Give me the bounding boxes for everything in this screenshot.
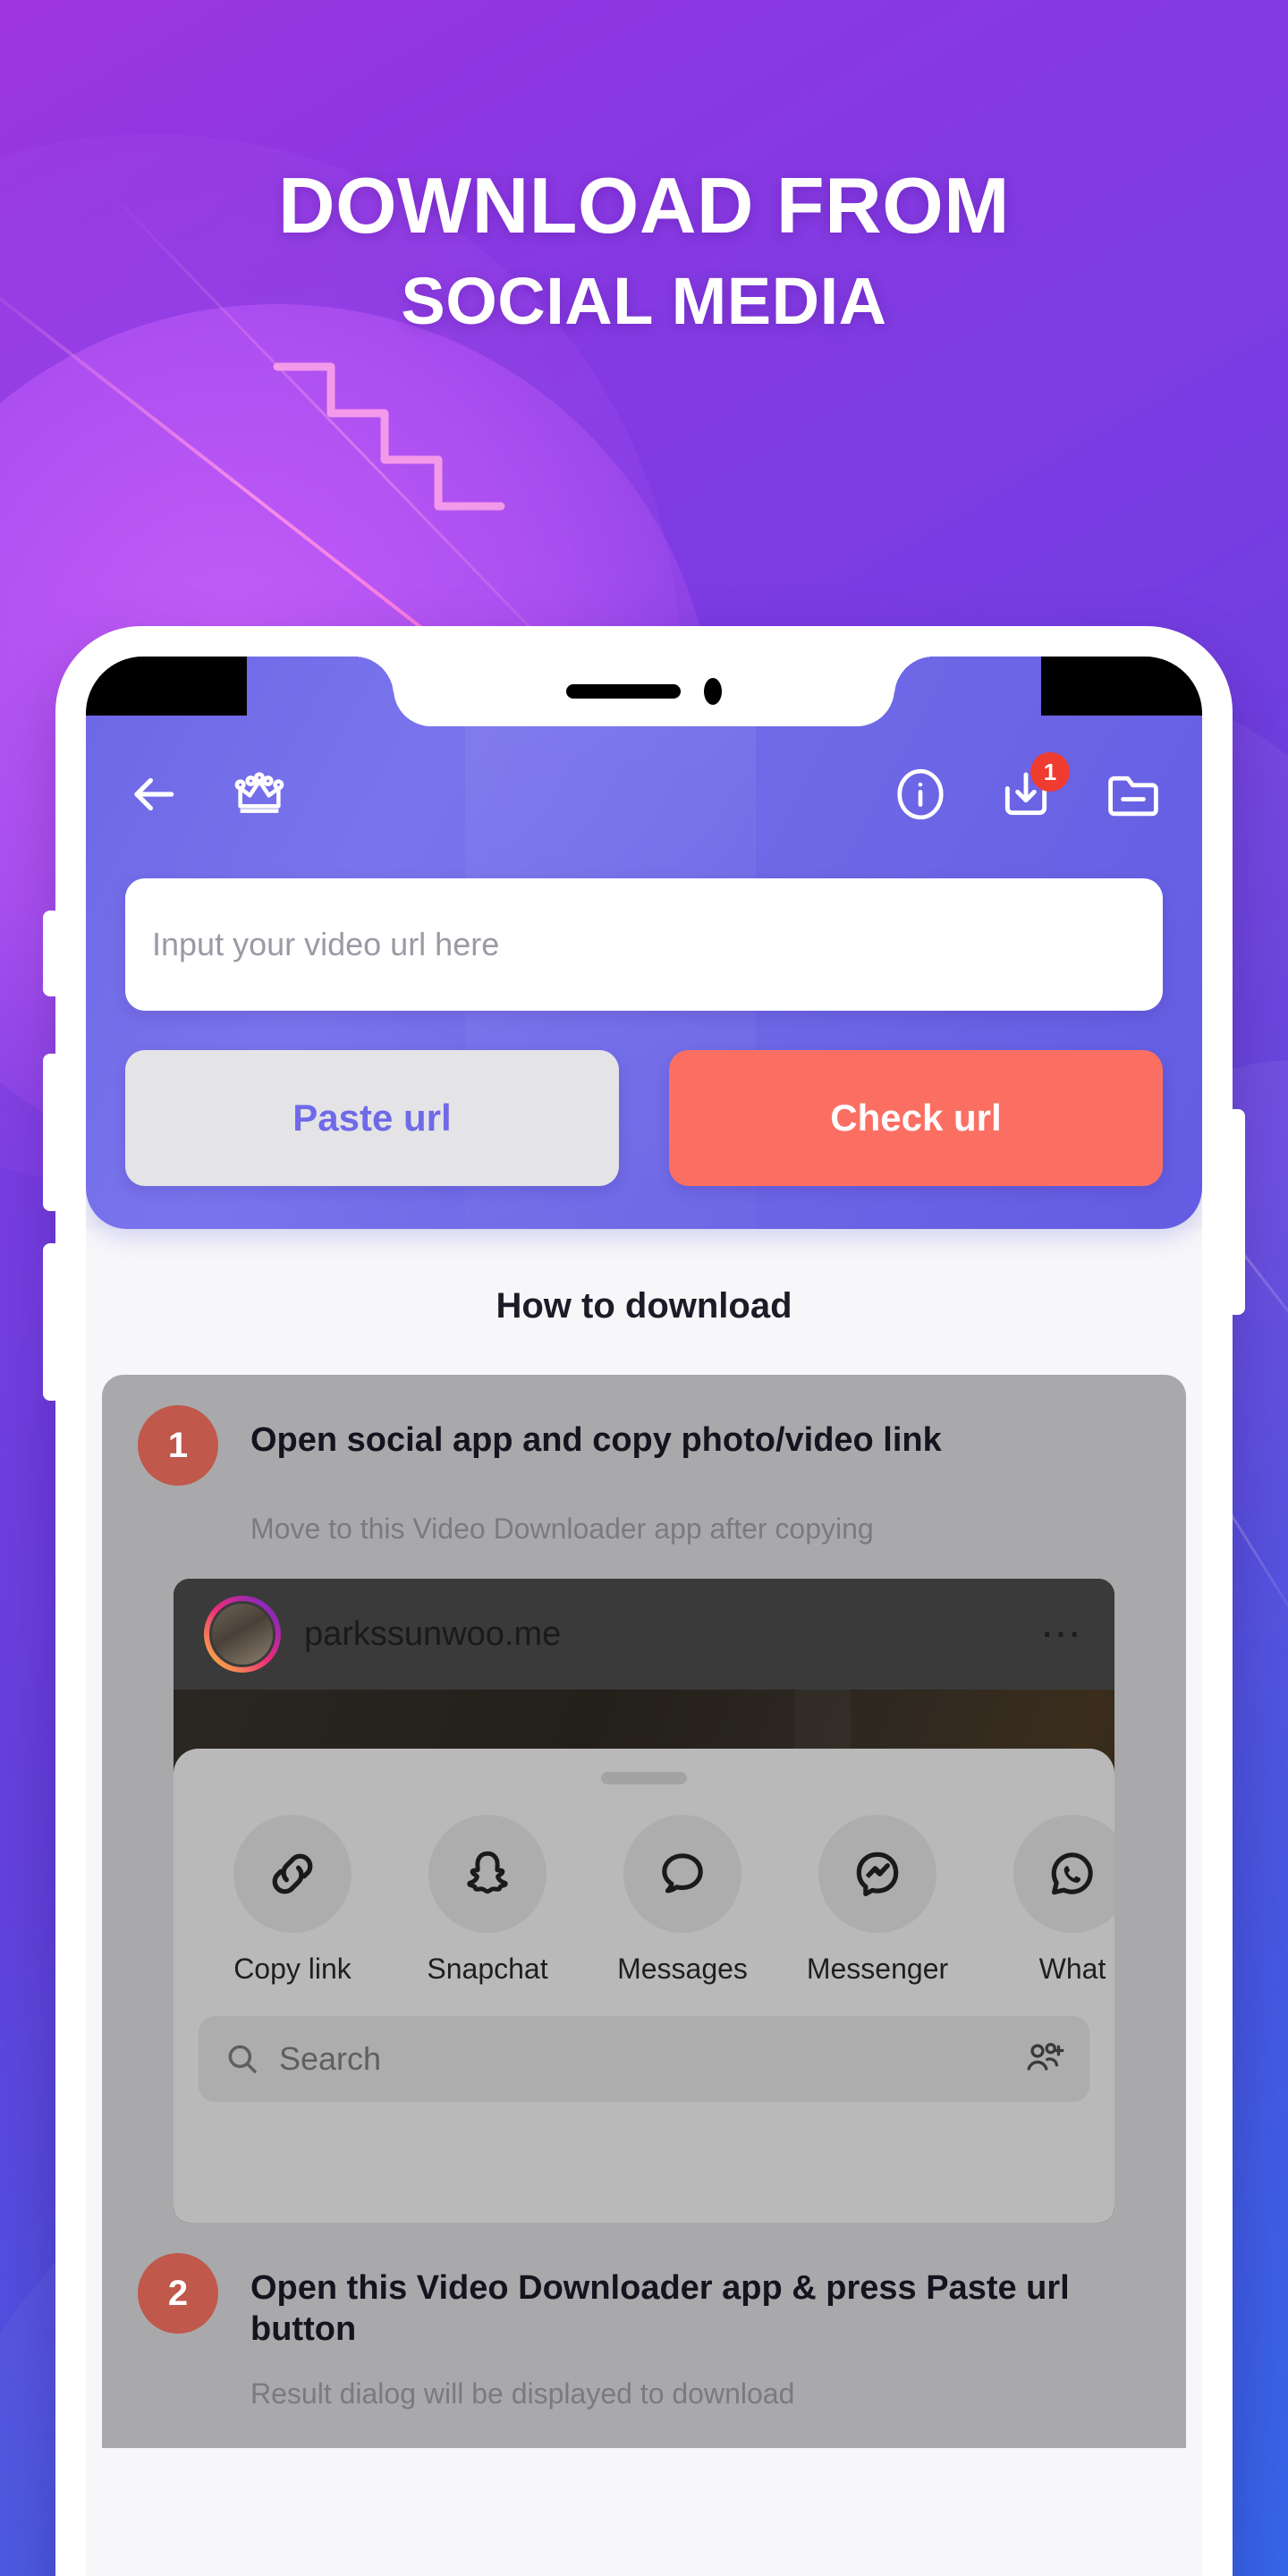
phone-screen: 1 Paste url Check url: [86, 657, 1202, 2576]
steps-list: 1 Open social app and copy photo/video l…: [102, 1375, 1186, 2448]
paste-url-button[interactable]: Paste url: [125, 1050, 619, 1186]
share-target-label: Messenger: [806, 1953, 949, 1985]
step-item: 2 Open this Video Downloader app & press…: [102, 2223, 1186, 2411]
how-to-download-title: How to download: [496, 1286, 792, 1326]
check-url-button[interactable]: Check url: [669, 1050, 1163, 1186]
step-header: 1 Open social app and copy photo/video l…: [138, 1405, 1150, 1486]
instagram-preview: parkssunwoo.me ⋯ Copy link Snapchat Mess…: [174, 1579, 1114, 2223]
step-item: 1 Open social app and copy photo/video l…: [102, 1375, 1186, 2223]
background-zigzag-icon: [273, 362, 505, 511]
share-targets-row: Copy link Snapchat Messages Messenger Wh…: [174, 1784, 1114, 1986]
step-subtitle: Move to this Video Downloader app after …: [250, 1513, 874, 1545]
step-subtitle: Result dialog will be displayed to downl…: [250, 2377, 795, 2410]
more-horizontal-icon[interactable]: ⋯: [1040, 1614, 1084, 1654]
speech-bubble-icon: [623, 1815, 741, 1933]
phone-mute-switch[interactable]: [43, 911, 61, 996]
how-to-download-section: How to download 1 Open social app and co…: [86, 1229, 1202, 2576]
phone-mockup: 1 Paste url Check url: [43, 626, 1245, 2576]
share-sheet-search-bar[interactable]: Search: [199, 2016, 1089, 2102]
step-title: Open social app and copy photo/video lin…: [250, 1421, 942, 1459]
step-header: 2 Open this Video Downloader app & press…: [138, 2253, 1150, 2351]
share-target-messages[interactable]: Messages: [585, 1815, 780, 1986]
step-number-badge: 1: [138, 1405, 218, 1486]
info-circle-icon[interactable]: [893, 767, 948, 822]
step-number-badge: 2: [138, 2253, 218, 2334]
link-icon: [233, 1815, 352, 1933]
headline-line-2: SOCIAL MEDIA: [401, 264, 887, 338]
share-target-label: What: [1038, 1953, 1106, 1985]
sheet-drag-handle[interactable]: [601, 1772, 687, 1784]
toolbar-left-group: [125, 766, 288, 823]
avatar-image: [209, 1601, 275, 1667]
instagram-top-bar: parkssunwoo.me ⋯: [174, 1579, 1114, 1690]
crown-icon[interactable]: [231, 766, 288, 823]
promo-headline: DOWNLOAD FROM SOCIAL MEDIA: [0, 166, 1288, 335]
avatar: [204, 1596, 281, 1673]
search-icon: [228, 2045, 257, 2073]
notch-corner-left: [86, 657, 247, 716]
phone-power-button[interactable]: [1227, 1109, 1245, 1315]
arrow-left-icon[interactable]: [125, 767, 181, 822]
share-target-whatsapp[interactable]: What: [975, 1815, 1114, 1986]
share-target-copy-link[interactable]: Copy link: [195, 1815, 390, 1986]
share-target-messenger[interactable]: Messenger: [780, 1815, 975, 1986]
folder-minus-icon[interactable]: [1104, 767, 1163, 822]
whatsapp-icon: [1013, 1815, 1114, 1933]
share-target-label: Snapchat: [427, 1953, 548, 1985]
phone-notch: [354, 657, 894, 726]
headline-line-1: DOWNLOAD FROM: [278, 161, 1010, 250]
share-target-label: Copy link: [233, 1953, 352, 1985]
phone-notch-area: [86, 657, 1202, 733]
share-target-snapchat[interactable]: Snapchat: [390, 1815, 585, 1986]
phone-volume-up-button[interactable]: [43, 1054, 61, 1211]
add-people-icon[interactable]: [1023, 2038, 1064, 2080]
download-tray-icon[interactable]: 1: [998, 752, 1070, 822]
app-toolbar: 1: [125, 752, 1163, 835]
promo-banner: DOWNLOAD FROM SOCIAL MEDIA 1 Input your …: [0, 0, 1288, 2576]
messenger-bolt-icon: [818, 1815, 936, 1933]
front-camera-icon: [704, 678, 722, 705]
action-button-row: Paste url Check url: [125, 1050, 1163, 1186]
snapchat-ghost-icon: [428, 1815, 547, 1933]
phone-volume-down-button[interactable]: [43, 1243, 61, 1401]
toolbar-right-group: 1: [893, 752, 1163, 822]
download-count-badge: 1: [1030, 752, 1070, 792]
share-sheet: Copy link Snapchat Messages Messenger Wh…: [174, 1749, 1114, 2223]
search-placeholder: Search: [279, 2040, 382, 2077]
app-header: 1 Paste url Check url: [86, 657, 1202, 1229]
earpiece-speaker: [566, 684, 681, 699]
video-url-input[interactable]: [125, 878, 1163, 1011]
share-target-label: Messages: [617, 1953, 748, 1985]
notch-corner-right: [1041, 657, 1202, 716]
step-title: Open this Video Downloader app & press P…: [250, 2269, 1070, 2349]
instagram-username: parkssunwoo.me: [304, 1614, 562, 1653]
